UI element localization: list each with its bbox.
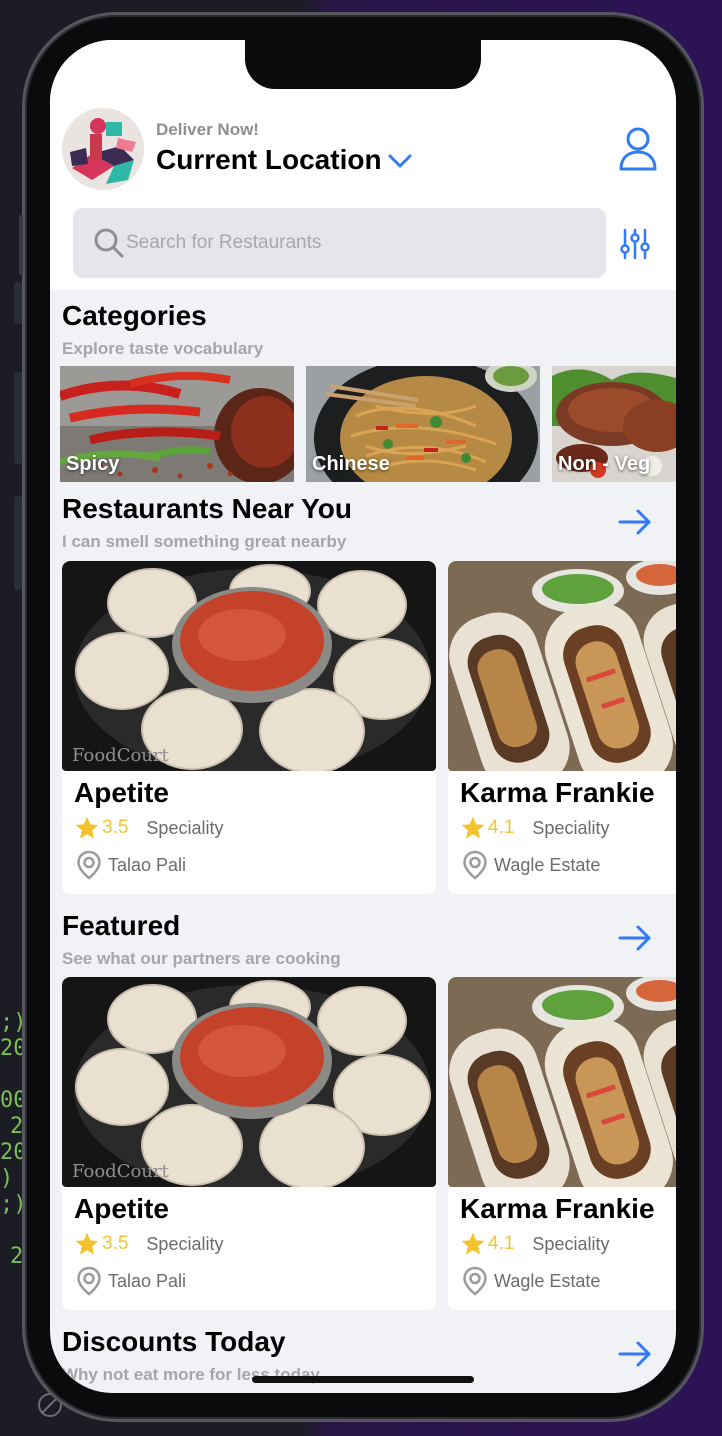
location-row: Wagle Estate bbox=[462, 850, 600, 880]
restaurant-card[interactable]: FoodCourt Apetite 3.5 Speciality Talao P… bbox=[62, 977, 436, 1310]
featured-subtitle: See what our partners are cooking bbox=[62, 949, 341, 968]
map-pin-icon bbox=[77, 1266, 101, 1296]
star-icon bbox=[75, 1232, 99, 1255]
search-input[interactable]: Search for Restaurants bbox=[73, 208, 606, 278]
volume-button bbox=[19, 215, 23, 275]
category-label: Non - Veg bbox=[558, 453, 651, 475]
restaurant-name: Apetite bbox=[74, 1193, 169, 1224]
category-tile-chinese[interactable]: Chinese bbox=[306, 366, 540, 482]
rating-row: 3.5 Speciality bbox=[74, 1231, 223, 1257]
map-pin-icon bbox=[463, 850, 487, 880]
featured-title: Featured bbox=[62, 910, 181, 941]
rating-value: 4.1 bbox=[488, 817, 515, 838]
location-row: Talao Pali bbox=[76, 850, 186, 880]
restaurant-card[interactable]: FoodCourt Apetite 3.5 Speciality Talao P… bbox=[62, 561, 436, 894]
restaurant-name: Karma Frankie bbox=[460, 1193, 655, 1224]
search-placeholder: Search for Restaurants bbox=[126, 232, 322, 253]
rating-row: 3.5 Speciality bbox=[74, 815, 223, 841]
restaurant-image: FoodCourt bbox=[62, 561, 436, 771]
location-text: Talao Pali bbox=[108, 854, 187, 875]
device-notch bbox=[245, 40, 481, 89]
category-label: Spicy bbox=[66, 453, 120, 475]
location-selector[interactable]: Current Location bbox=[156, 144, 412, 176]
rating-value: 4.1 bbox=[488, 1233, 515, 1254]
search-icon bbox=[94, 228, 124, 258]
home-indicator bbox=[252, 1376, 474, 1383]
profile-icon[interactable] bbox=[618, 126, 658, 172]
filter-sliders-icon[interactable] bbox=[620, 228, 650, 260]
momos-image: FoodCourt bbox=[62, 561, 436, 771]
restaurant-name: Karma Frankie bbox=[460, 777, 655, 808]
nearby-title: Restaurants Near You bbox=[62, 493, 352, 524]
location-text: Talao Pali bbox=[108, 1270, 187, 1291]
speciality-tag: Speciality bbox=[146, 817, 224, 838]
frankie-image bbox=[448, 561, 676, 771]
editor-gutter-bar bbox=[14, 372, 22, 464]
star-icon bbox=[461, 816, 485, 839]
speciality-tag: Speciality bbox=[146, 1233, 224, 1254]
star-icon bbox=[461, 1232, 485, 1255]
restaurant-image bbox=[448, 977, 676, 1187]
rating-value: 3.5 bbox=[102, 1233, 129, 1254]
location-text: Wagle Estate bbox=[494, 854, 601, 875]
rating-row: 4.1 Speciality bbox=[460, 1231, 609, 1257]
arrow-right-icon[interactable] bbox=[618, 1341, 652, 1367]
location-text: Wagle Estate bbox=[494, 1270, 601, 1291]
restaurant-image: FoodCourt bbox=[62, 977, 436, 1187]
location-row: Wagle Estate bbox=[462, 1266, 600, 1296]
svg-text:FoodCourt: FoodCourt bbox=[72, 1161, 170, 1182]
discounts-title: Discounts Today bbox=[62, 1326, 286, 1357]
location-row: Talao Pali bbox=[76, 1266, 186, 1296]
chevron-down-icon bbox=[388, 154, 412, 168]
restaurant-name: Apetite bbox=[74, 777, 169, 808]
svg-text:FoodCourt: FoodCourt bbox=[72, 745, 170, 766]
category-tile-non-veg[interactable]: Non - Veg bbox=[552, 366, 676, 482]
restaurant-card[interactable]: Karma Frankie 4.1 Speciality Wagle Estat… bbox=[448, 561, 676, 894]
rating-value: 3.5 bbox=[102, 817, 129, 838]
momos-image: FoodCourt bbox=[62, 977, 436, 1187]
frankie-image bbox=[448, 977, 676, 1187]
location-avatar[interactable] bbox=[62, 108, 144, 190]
restaurant-card[interactable]: Karma Frankie 4.1 Speciality Wagle Estat… bbox=[448, 977, 676, 1310]
restaurant-image bbox=[448, 561, 676, 771]
map-pin-icon bbox=[77, 850, 101, 880]
star-icon bbox=[75, 816, 99, 839]
category-tile-spicy[interactable]: Spicy bbox=[60, 366, 294, 482]
categories-subtitle: Explore taste vocabulary bbox=[62, 339, 264, 358]
nearby-subtitle: I can smell something great nearby bbox=[62, 532, 347, 551]
arrow-right-icon[interactable] bbox=[618, 925, 652, 951]
category-label: Chinese bbox=[312, 453, 390, 475]
map-pin-icon bbox=[463, 1266, 487, 1296]
categories-title: Categories bbox=[62, 300, 207, 331]
app-screen: Deliver Now! Current Location Search for… bbox=[50, 40, 676, 1393]
avatar-illustration-icon bbox=[62, 108, 144, 190]
arrow-right-icon[interactable] bbox=[618, 509, 652, 535]
editor-gutter-bar bbox=[14, 496, 22, 590]
speciality-tag: Speciality bbox=[532, 1233, 610, 1254]
rating-row: 4.1 Speciality bbox=[460, 815, 609, 841]
deliver-now-label: Deliver Now! bbox=[156, 120, 259, 139]
editor-gutter-bar bbox=[14, 282, 22, 324]
current-location-text: Current Location bbox=[156, 144, 382, 175]
speciality-tag: Speciality bbox=[532, 817, 610, 838]
